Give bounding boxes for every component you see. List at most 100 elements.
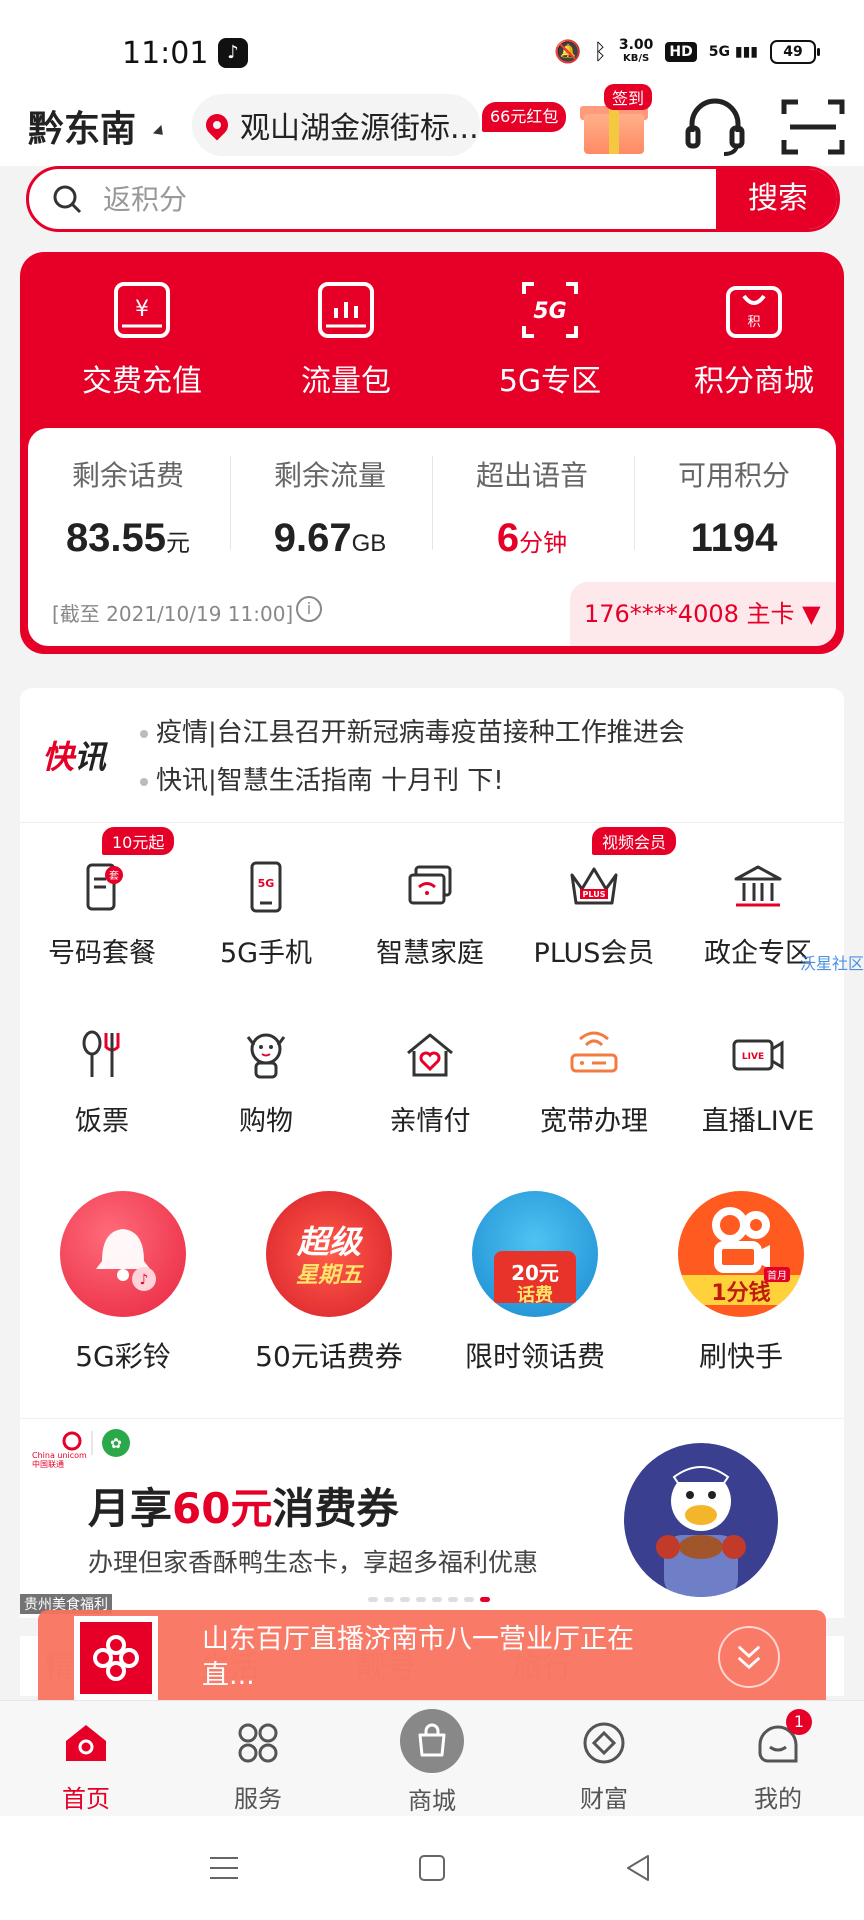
scan-icon[interactable] bbox=[778, 94, 848, 160]
tab-mall[interactable]: 商城 bbox=[372, 1709, 492, 1816]
service-label: 智慧家庭 bbox=[376, 938, 484, 969]
service-label: 饭票 bbox=[75, 1106, 129, 1137]
tab-home[interactable]: 首页 bbox=[26, 1719, 146, 1814]
kuaishou-icon: 1分钱 首月 bbox=[678, 1191, 804, 1317]
wifi-screen-icon bbox=[408, 865, 452, 905]
svg-text:5G: 5G bbox=[258, 877, 275, 890]
service-meal-ticket[interactable]: 饭票 bbox=[20, 1027, 184, 1138]
network-speed: 3.00 KB/S bbox=[619, 38, 654, 66]
tiktok-notification-icon: ♪ bbox=[218, 38, 248, 68]
service-live[interactable]: LIVE 直播LIVE bbox=[676, 1027, 840, 1138]
promo-50-coupon[interactable]: 超级 星期五 50元话费券 bbox=[226, 1191, 432, 1375]
tab-services[interactable]: 服务 bbox=[198, 1719, 318, 1814]
location-selector[interactable]: 观山湖金源街标... bbox=[192, 94, 480, 156]
home-square-icon[interactable] bbox=[416, 1852, 448, 1884]
balance-panel: 剩余话费 83.55元 剩余流量 9.67GB 超出语音 6分钟 可用积分 11… bbox=[28, 428, 836, 646]
tab-label: 服务 bbox=[234, 1785, 282, 1813]
balance-label: 可用积分 bbox=[677, 459, 790, 492]
promo-kuaishou[interactable]: 1分钱 首月 刷快手 bbox=[638, 1191, 844, 1375]
service-5g-phone[interactable]: 5G 5G手机 bbox=[184, 859, 348, 970]
card-selector[interactable]: 176****4008 主卡 ▼ bbox=[570, 582, 836, 646]
svg-text:¥: ¥ bbox=[135, 297, 149, 322]
live-stream-bar[interactable]: 山东百厅直播济南市八一营业厅正在直... bbox=[38, 1610, 826, 1700]
balance-label: 超出语音 bbox=[475, 459, 588, 492]
promo-label: 限时领话费 bbox=[464, 1340, 605, 1373]
carousel-dot[interactable] bbox=[368, 1597, 378, 1602]
carousel-dot[interactable] bbox=[432, 1597, 442, 1602]
side-community-label[interactable]: 沃星社区 bbox=[800, 950, 864, 974]
promo-label: 50元话费券 bbox=[255, 1340, 403, 1373]
quick-data-pack[interactable]: 流量包 bbox=[246, 278, 446, 400]
carousel-dots bbox=[368, 1597, 490, 1602]
account-card: ¥ 交费充值 流量包 5G 5G专区 积 积分商城 剩余话费 83.55元 剩余… bbox=[20, 252, 844, 654]
unicom-logo: ✿ China unicom中国联通 bbox=[32, 1427, 152, 1469]
headset-icon[interactable] bbox=[680, 92, 750, 162]
menu-icon[interactable] bbox=[208, 1852, 240, 1884]
promo-banner[interactable]: ✿ China unicom中国联通 月享60元消费券 办理但家香酥鸭生态卡，享… bbox=[20, 1418, 844, 1618]
service-smart-home[interactable]: 智慧家庭 bbox=[348, 859, 512, 970]
tab-label: 首页 bbox=[62, 1785, 110, 1813]
yuan-card-icon: ¥ bbox=[114, 282, 170, 338]
carousel-dot-active[interactable] bbox=[480, 1597, 490, 1602]
hd-badge: HD bbox=[665, 42, 697, 62]
status-icons: 🔕 ᛒ 3.00 KB/S HD 5G ▮▮▮ 49 bbox=[554, 38, 820, 66]
bluetooth-icon: ᛒ bbox=[593, 39, 607, 65]
service-label: PLUS会员 bbox=[533, 938, 655, 969]
news-item[interactable]: 快讯|智慧生活指南 十月刊 下! bbox=[140, 760, 504, 797]
unicom-knot-logo bbox=[74, 1616, 158, 1700]
service-shopping[interactable]: 购物 bbox=[184, 1027, 348, 1138]
service-tag: 10元起 bbox=[102, 827, 175, 855]
service-broadband[interactable]: 宽带办理 bbox=[512, 1027, 676, 1138]
service-number-plan[interactable]: 套 号码套餐 bbox=[20, 859, 184, 970]
balance-item-data[interactable]: 剩余流量 9.67GB bbox=[230, 454, 430, 561]
news-item[interactable]: 疫情|台江县召开新冠病毒疫苗接种工作推进会 bbox=[140, 712, 685, 749]
red-packet-badge[interactable]: 66元红包 bbox=[482, 102, 567, 132]
search-button[interactable]: 搜索 bbox=[716, 169, 837, 229]
quick-recharge[interactable]: ¥ 交费充值 bbox=[42, 278, 242, 400]
carousel-dot[interactable] bbox=[464, 1597, 474, 1602]
status-time: 11:01 bbox=[122, 36, 209, 71]
tab-mine[interactable]: 我的 1 bbox=[718, 1709, 838, 1814]
quick-points-mall[interactable]: 积 积分商城 bbox=[654, 278, 854, 400]
service-label: 直播LIVE bbox=[701, 1106, 815, 1137]
balance-value: 1194 bbox=[690, 516, 778, 560]
promo-5g-ringtone[interactable]: ♪ 5G彩铃 bbox=[20, 1191, 226, 1375]
carousel-dot[interactable] bbox=[448, 1597, 458, 1602]
tab-label: 财富 bbox=[580, 1785, 628, 1813]
quick-5g-zone[interactable]: 5G 5G专区 bbox=[450, 278, 650, 400]
carousel-dot[interactable] bbox=[384, 1597, 394, 1602]
service-family-pay[interactable]: 亲情付 bbox=[348, 1027, 512, 1138]
quick-label: 交费充值 bbox=[82, 364, 202, 399]
info-icon[interactable]: i bbox=[296, 596, 322, 622]
signal-5g-icon: 5G ▮▮▮ bbox=[708, 44, 758, 60]
tab-label: 我的 bbox=[754, 1785, 802, 1813]
news-logo-char: 快 bbox=[42, 738, 75, 776]
shopping-bag-icon bbox=[400, 1709, 464, 1773]
search-icon bbox=[53, 185, 82, 214]
location-pin-icon bbox=[201, 109, 233, 141]
chevron-double-down-icon[interactable] bbox=[718, 1626, 780, 1688]
balance-item-voice[interactable]: 超出语音 6分钟 bbox=[432, 454, 632, 561]
svg-text:♪: ♪ bbox=[140, 1272, 149, 1288]
news-ticker[interactable]: 快讯 疫情|台江县召开新冠病毒疫苗接种工作推进会 快讯|智慧生活指南 十月刊 下… bbox=[20, 688, 844, 822]
mute-bell-icon: 🔕 bbox=[554, 39, 582, 65]
svg-text:积: 积 bbox=[747, 315, 760, 330]
service-plus-member[interactable]: PLUS PLUS会员 bbox=[512, 859, 676, 970]
promo-free-credit[interactable]: 20元 话费 限时领话费 bbox=[432, 1191, 638, 1375]
quick-label: 流量包 bbox=[301, 364, 391, 399]
signal-label: 5G bbox=[708, 44, 730, 60]
carousel-dot[interactable] bbox=[416, 1597, 426, 1602]
services-grid: 套 号码套餐 10元起 5G 5G手机 智慧家庭 PLUS PLUS会员 视频会… bbox=[20, 822, 844, 1418]
search-input[interactable] bbox=[103, 169, 703, 229]
balance-item-fee[interactable]: 剩余话费 83.55元 bbox=[28, 454, 228, 561]
home-heart-icon bbox=[407, 1033, 453, 1077]
city-selector[interactable]: 黔东南 bbox=[28, 100, 136, 152]
carousel-dot[interactable] bbox=[400, 1597, 410, 1602]
fork-spoon-icon bbox=[82, 1030, 120, 1077]
chart-card-icon bbox=[318, 282, 374, 338]
sign-in-label[interactable]: 签到 bbox=[604, 84, 653, 110]
back-triangle-icon[interactable] bbox=[622, 1852, 654, 1884]
tab-wealth[interactable]: 财富 bbox=[544, 1719, 664, 1814]
balance-item-points[interactable]: 可用积分 1194 bbox=[634, 454, 834, 561]
balance-unit: 元 bbox=[166, 530, 191, 557]
